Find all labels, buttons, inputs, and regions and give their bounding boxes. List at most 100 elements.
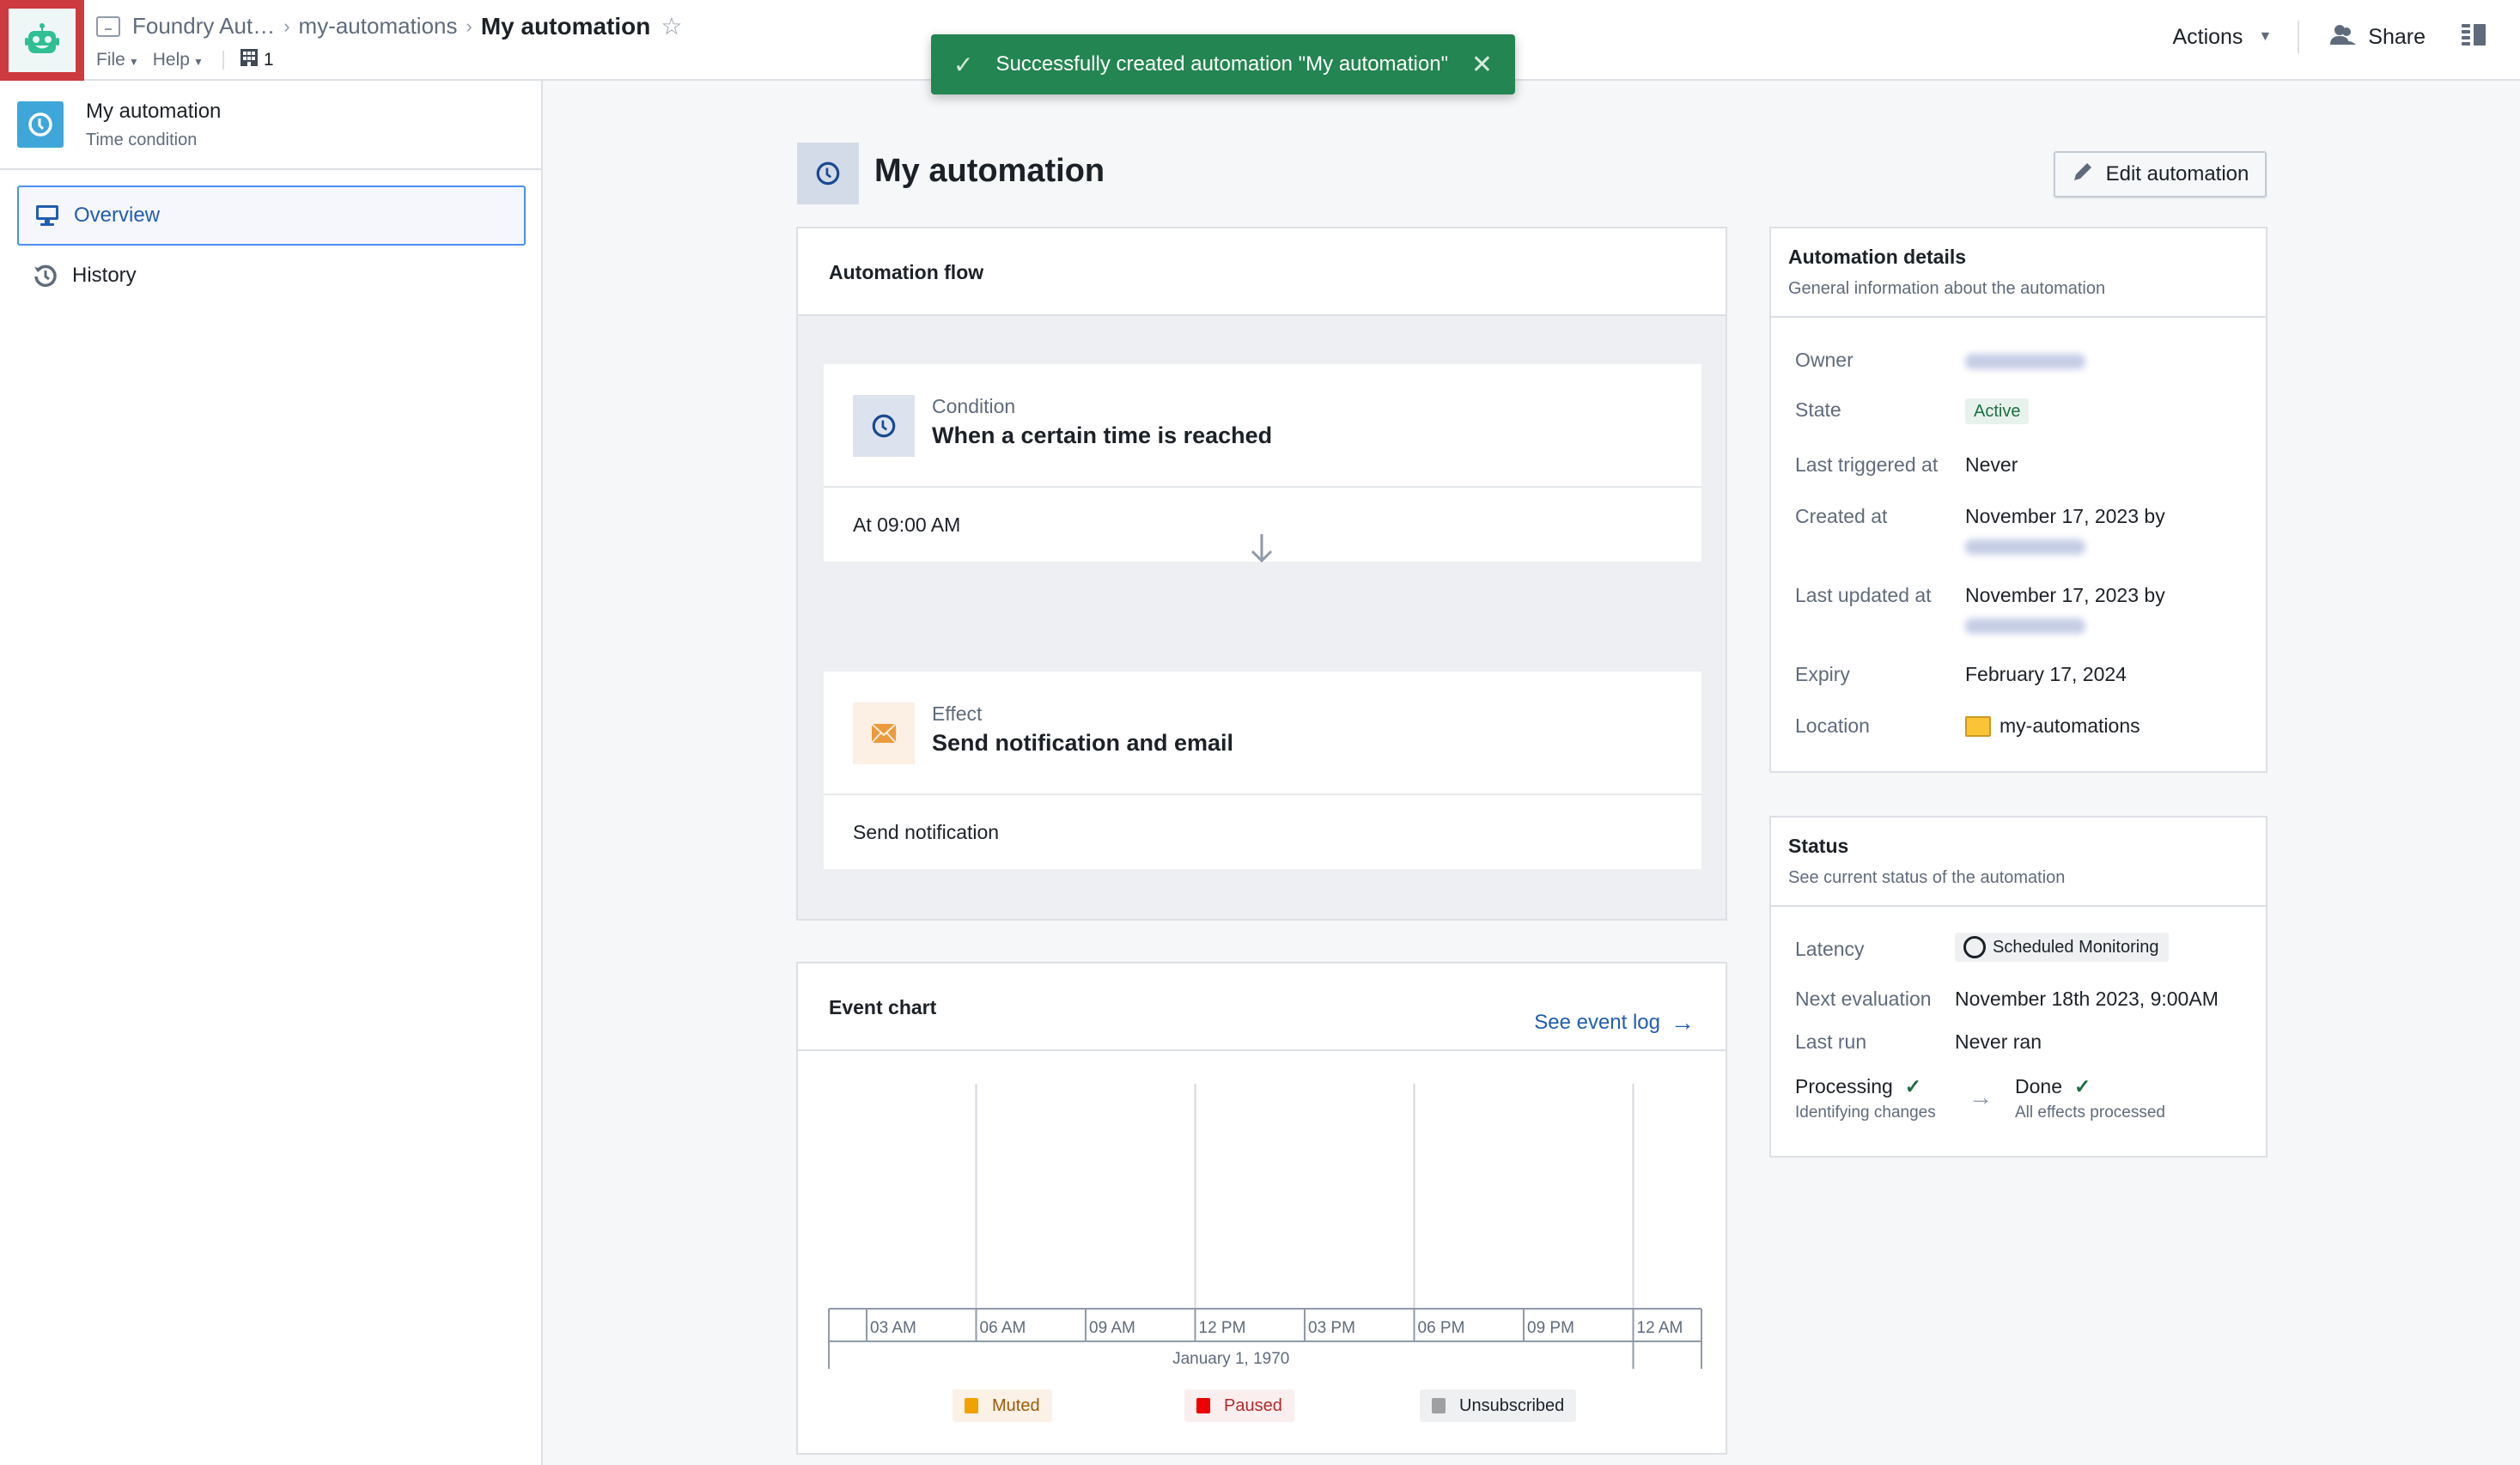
arrow-right-icon: → xyxy=(1969,1084,1993,1110)
step-subtitle: Identifying changes xyxy=(1795,1103,1936,1122)
clock-icon xyxy=(853,395,915,457)
detail-value: February 17, 2024 xyxy=(1965,663,2127,685)
checkmark-icon: ✓ xyxy=(953,51,974,78)
status-value: Never ran xyxy=(1955,1030,2042,1053)
sidebar-title: My automation xyxy=(86,100,222,123)
help-menu[interactable]: Help ▼ xyxy=(153,50,204,70)
x-tick-label: 12 PM xyxy=(1199,1319,1246,1337)
effect-kind: Effect xyxy=(932,702,983,725)
sidebar-item-history[interactable]: History xyxy=(17,246,526,306)
detail-label: Location xyxy=(1795,714,1870,737)
app-logo[interactable] xyxy=(0,0,84,81)
x-tick-label: 03 AM xyxy=(870,1319,916,1337)
close-icon[interactable]: ✕ xyxy=(1471,50,1493,80)
legend-label: Paused xyxy=(1224,1395,1282,1415)
condition-title: When a certain time is reached xyxy=(932,422,1273,448)
actions-button[interactable]: Actions ▼ xyxy=(2172,25,2298,50)
automation-details-card: Automation details General information a… xyxy=(1769,227,2267,773)
breadcrumb: Foundry Aut… › my-automations › My autom… xyxy=(96,12,683,40)
top-right-controls: Actions ▼ Share xyxy=(2172,21,2486,53)
envelope-icon xyxy=(853,702,915,764)
clock-icon xyxy=(17,101,64,148)
sidebar: My automation Time condition Overview Hi… xyxy=(0,81,543,1465)
breadcrumb-current: My automation xyxy=(480,12,651,40)
detail-value: Never xyxy=(1965,453,2018,476)
history-icon xyxy=(33,264,58,288)
nav-label: History xyxy=(72,264,137,287)
caret-down-icon: ▼ xyxy=(128,56,139,68)
effect-step[interactable]: Effect Send notification and email Send … xyxy=(824,672,1701,869)
breadcrumb-folder[interactable]: my-automations xyxy=(299,13,458,40)
x-axis-label: January 1, 1970 xyxy=(1172,1350,1289,1368)
location-label: my-automations xyxy=(2000,714,2140,737)
actions-label: Actions xyxy=(2172,24,2243,49)
see-event-log-link[interactable]: See event log → xyxy=(1534,996,1695,1049)
chart-legend: Muted Paused Unsubscribed xyxy=(798,1389,1729,1424)
side-panel-icon[interactable] xyxy=(2462,22,2486,52)
detail-label: Last updated at xyxy=(1795,584,1932,606)
share-button[interactable]: Share xyxy=(2330,23,2426,52)
detail-label: Created at xyxy=(1795,505,1888,527)
success-toast: ✓ Successfully created automation "My au… xyxy=(931,34,1515,94)
updater-redacted[interactable] xyxy=(1965,613,2085,636)
step-title: Processing xyxy=(1795,1075,1893,1097)
x-tick-label: 09 AM xyxy=(1089,1319,1135,1337)
toast-message: Successfully created automation "My auto… xyxy=(995,52,1449,76)
legend-item-unsubscribed[interactable]: Unsubscribed xyxy=(1420,1389,1577,1422)
status-subtitle: See current status of the automation xyxy=(1788,868,2066,887)
status-card: Status See current status of the automat… xyxy=(1769,816,2267,1158)
star-icon[interactable]: ☆ xyxy=(660,12,682,40)
step-subtitle: All effects processed xyxy=(2015,1103,2165,1122)
detail-label: State xyxy=(1795,398,1841,421)
flow-body: Condition When a certain time is reached… xyxy=(798,316,1726,919)
legend-item-paused[interactable]: Paused xyxy=(1184,1389,1294,1422)
page-title: My automation xyxy=(874,153,1105,189)
caret-down-icon: ▼ xyxy=(2258,29,2273,44)
effect-title: Send notification and email xyxy=(932,730,1234,756)
details-subtitle: General information about the automation xyxy=(1788,279,2106,298)
detail-value: November 17, 2023 by xyxy=(1965,505,2165,527)
clock-icon xyxy=(797,143,859,204)
condition-kind: Condition xyxy=(932,395,1016,417)
x-tick-label: 03 PM xyxy=(1308,1319,1355,1337)
chevron-right-icon: › xyxy=(283,15,290,37)
project-folder-icon xyxy=(96,15,120,37)
nav-label: Overview xyxy=(74,204,161,227)
effect-detail: Send notification xyxy=(853,821,1000,843)
edit-pencil-icon xyxy=(2072,161,2094,189)
legend-label: Muted xyxy=(992,1395,1040,1415)
toolbar-divider xyxy=(2298,21,2300,53)
status-label: Latency xyxy=(1795,938,1865,960)
arrow-right-icon: → xyxy=(1671,1009,1695,1036)
legend-swatch xyxy=(965,1398,978,1413)
status-label: Last run xyxy=(1795,1030,1867,1053)
check-icon: ✓ xyxy=(2073,1075,2091,1097)
circle-icon xyxy=(1963,936,1986,958)
status-title: Status xyxy=(1788,835,1849,857)
event-chart-card: Event chart See event log → 03 AM 06 AM 09… xyxy=(796,962,1727,1455)
sidebar-header: My automation Time condition xyxy=(0,81,541,170)
location-link[interactable]: my-automations xyxy=(1965,714,2140,738)
edit-automation-label: Edit automation xyxy=(2105,162,2249,185)
sidebar-subtitle: Time condition xyxy=(86,131,198,149)
event-chart-title: Event chart xyxy=(829,996,937,1018)
building-icon xyxy=(240,48,259,72)
folder-icon xyxy=(1965,715,1991,737)
details-title: Automation details xyxy=(1788,246,1967,268)
x-tick-label: 09 PM xyxy=(1527,1319,1574,1337)
processing-step: Processing ✓ Identifying changes xyxy=(1795,1075,1936,1122)
menu-divider xyxy=(222,51,224,70)
state-badge: Active xyxy=(1965,398,2030,424)
legend-item-muted[interactable]: Muted xyxy=(953,1389,1052,1422)
people-icon xyxy=(2330,23,2357,52)
x-tick-label: 06 PM xyxy=(1418,1319,1465,1337)
file-menu[interactable]: File ▼ xyxy=(96,50,139,70)
sidebar-item-overview[interactable]: Overview xyxy=(17,185,526,246)
edit-automation-button[interactable]: Edit automation xyxy=(2054,151,2267,198)
breadcrumb-project[interactable]: Foundry Aut… xyxy=(132,13,275,40)
owner-value-redacted[interactable] xyxy=(1965,349,2085,372)
organization-count[interactable]: 1 xyxy=(264,50,274,70)
desktop-icon xyxy=(34,204,60,228)
creator-redacted[interactable] xyxy=(1965,534,2085,557)
status-label: Next evaluation xyxy=(1795,988,1932,1010)
